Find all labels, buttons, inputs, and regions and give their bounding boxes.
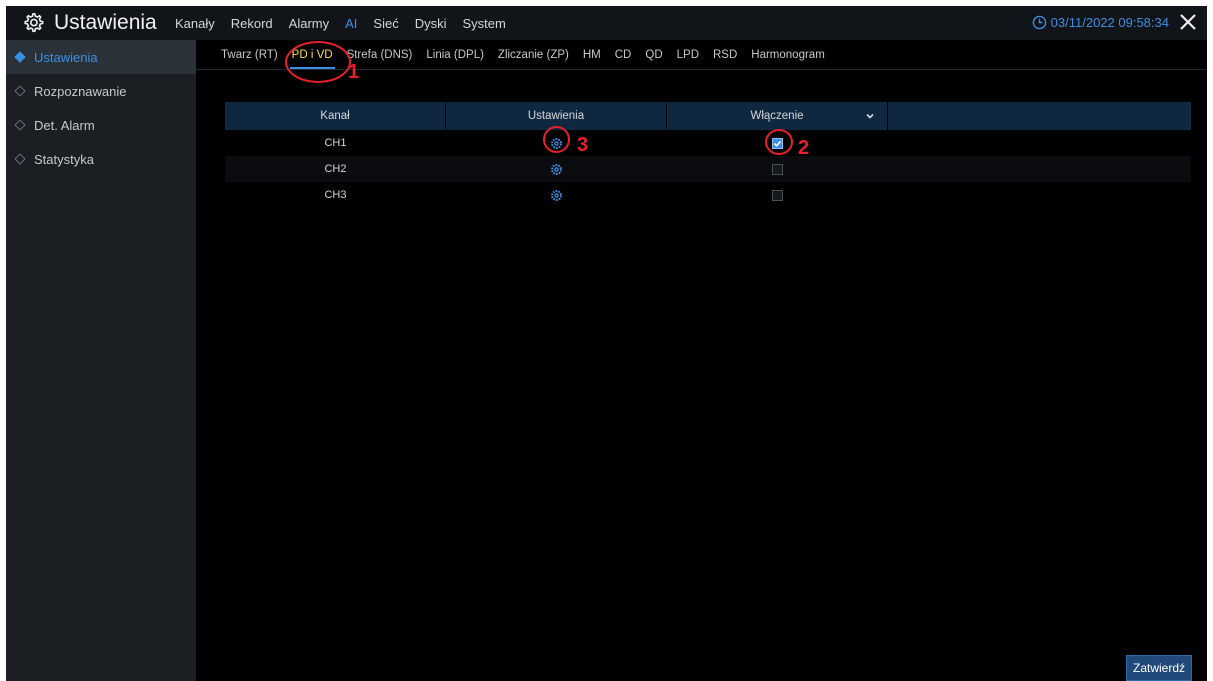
chevron-down-icon[interactable] — [865, 111, 875, 121]
menu-item-dyski[interactable]: Dyski — [415, 16, 447, 31]
enable-cell — [667, 182, 888, 208]
sidebar-item-label: Statystyka — [34, 151, 94, 167]
settings-cell — [446, 182, 667, 208]
channel-cell: CH3 — [324, 189, 347, 201]
close-icon[interactable] — [1177, 11, 1199, 33]
menu-item-kanaly[interactable]: Kanały — [175, 16, 215, 31]
diamond-icon — [14, 119, 26, 131]
menu-item-alarmy[interactable]: Alarmy — [289, 16, 329, 31]
tab-cd[interactable]: CD — [615, 49, 632, 61]
diamond-icon — [14, 85, 26, 97]
page-title: Ustawienia — [54, 11, 157, 34]
enable-checkbox-ch3[interactable] — [772, 189, 783, 201]
brand: Ustawienia — [22, 10, 157, 36]
top-bar: Ustawienia Kanały Rekord Alarmy AI Sieć … — [6, 6, 1207, 40]
diamond-icon — [14, 153, 26, 165]
column-header-kanal: Kanał — [225, 102, 446, 130]
column-header-empty — [888, 102, 1191, 130]
channel-cell: CH2 — [324, 163, 347, 175]
diamond-icon — [14, 51, 26, 63]
channel-cell: CH1 — [324, 137, 347, 149]
empty-cell — [888, 156, 1191, 182]
empty-cell — [888, 130, 1191, 156]
settings-gear-icon[interactable] — [550, 163, 563, 176]
table-row: CH3 — [225, 182, 1191, 208]
menu-item-siec[interactable]: Sieć — [373, 16, 398, 31]
main-content: Twarz (RT) PD i VD Strefa (DNS) Linia (D… — [196, 40, 1207, 681]
datetime-text: 03/11/2022 09:58:34 — [1050, 15, 1169, 30]
annotation-number-1: 1 — [348, 61, 360, 83]
sidebar-item-label: Rozpoznawanie — [34, 83, 127, 99]
tab-hm[interactable]: HM — [583, 49, 601, 61]
enable-checkbox-ch2[interactable] — [772, 163, 783, 175]
empty-cell — [888, 182, 1191, 208]
datetime-display: 03/11/2022 09:58:34 — [1032, 15, 1169, 30]
table-header: Kanał Ustawienia Włączenie — [225, 102, 1191, 130]
clock-icon — [1032, 15, 1046, 30]
main-menu: Kanały Rekord Alarmy AI Sieć Dyski Syste… — [175, 6, 522, 40]
channel-table: Kanał Ustawienia Włączenie CH1 CH2 CH3 — [225, 102, 1191, 208]
column-header-ustawienia: Ustawienia — [446, 102, 667, 130]
tab-harmonogram[interactable]: Harmonogram — [751, 49, 825, 61]
tab-qd[interactable]: QD — [645, 49, 662, 61]
table-row: CH2 — [225, 156, 1191, 182]
menu-item-ai[interactable]: AI — [345, 16, 357, 31]
sidebar-item-label: Ustawienia — [34, 49, 98, 65]
tab-rsd[interactable]: RSD — [713, 49, 737, 61]
sidebar-item-det-alarm[interactable]: Det. Alarm — [6, 108, 196, 142]
enable-cell — [667, 130, 888, 156]
settings-gear-icon — [24, 13, 44, 33]
tab-linia[interactable]: Linia (DPL) — [426, 49, 484, 61]
enable-cell — [667, 156, 888, 182]
sidebar: Ustawienia Rozpoznawanie Det. Alarm Stat… — [6, 40, 196, 681]
sidebar-item-ustawienia[interactable]: Ustawienia — [6, 40, 196, 74]
confirm-button[interactable]: Zatwierdź — [1126, 655, 1192, 681]
settings-cell — [446, 130, 667, 156]
tab-strefa[interactable]: Strefa (DNS) — [347, 49, 413, 61]
menu-item-rekord[interactable]: Rekord — [231, 16, 273, 31]
checkmark-icon — [773, 140, 782, 147]
sidebar-item-rozpoznawanie[interactable]: Rozpoznawanie — [6, 74, 196, 108]
annotation-number-3: 3 — [577, 134, 589, 156]
enable-checkbox-ch1[interactable] — [772, 137, 783, 149]
annotation-number-2: 2 — [798, 137, 810, 159]
settings-cell — [446, 156, 667, 182]
column-header-wlaczenie[interactable]: Włączenie — [667, 102, 888, 130]
settings-gear-icon[interactable] — [550, 137, 563, 150]
tab-pd-vd[interactable]: PD i VD — [289, 49, 335, 69]
settings-gear-icon[interactable] — [550, 189, 563, 202]
menu-item-system[interactable]: System — [463, 16, 506, 31]
sidebar-item-label: Det. Alarm — [34, 117, 95, 133]
settings-screen: Ustawienia Kanały Rekord Alarmy AI Sieć … — [6, 6, 1207, 681]
column-header-label: Włączenie — [750, 110, 804, 122]
tab-twarz[interactable]: Twarz (RT) — [221, 49, 278, 61]
tab-zliczanie[interactable]: Zliczanie (ZP) — [498, 49, 569, 61]
sidebar-item-statystyka[interactable]: Statystyka — [6, 142, 196, 176]
table-row: CH1 — [225, 130, 1191, 156]
tab-lpd[interactable]: LPD — [677, 49, 699, 61]
